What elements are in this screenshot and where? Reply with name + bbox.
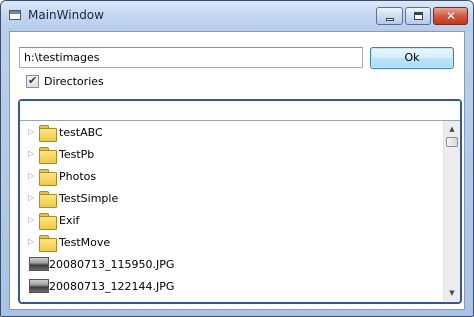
directories-label: Directories bbox=[44, 74, 104, 88]
expander-icon[interactable]: ▷ bbox=[28, 149, 38, 159]
folder-icon bbox=[39, 168, 57, 186]
tree-item[interactable]: ▷ Photos bbox=[20, 165, 438, 187]
tree-item[interactable]: ▷ TestMove bbox=[20, 231, 438, 253]
close-icon: ✕ bbox=[446, 9, 457, 23]
expander-icon[interactable]: ▷ bbox=[28, 193, 38, 203]
title-bar[interactable]: MainWindow ✕ bbox=[1, 1, 473, 31]
minimize-icon bbox=[386, 18, 394, 21]
scroll-down-arrow-icon[interactable]: ▼ bbox=[444, 285, 460, 301]
expander-icon[interactable]: ▷ bbox=[28, 171, 38, 181]
tree-item[interactable]: ▷ testABC bbox=[20, 121, 438, 143]
tree-item-label: 20080713_115950.JPG bbox=[49, 257, 175, 271]
tree-item-label: Photos bbox=[59, 169, 97, 183]
tree-item[interactable]: ▷ TestPb bbox=[20, 143, 438, 165]
client-area: Ok Directories ▷ testABC ▷ TestPb ▷ bbox=[9, 31, 465, 310]
folder-icon bbox=[39, 234, 57, 252]
tree-item[interactable]: ▷ TestSimple bbox=[20, 187, 438, 209]
image-thumbnail-icon bbox=[29, 279, 49, 293]
folder-icon bbox=[39, 190, 57, 208]
tree-item[interactable]: ▷ Exif bbox=[20, 209, 438, 231]
maximize-icon bbox=[414, 12, 423, 20]
folder-icon bbox=[39, 146, 57, 164]
maximize-button[interactable] bbox=[405, 7, 431, 25]
folder-icon bbox=[39, 124, 57, 142]
directories-checkbox[interactable] bbox=[26, 74, 39, 88]
vertical-scrollbar[interactable]: ▲ ▼ bbox=[443, 121, 460, 301]
directories-checkbox-row[interactable]: Directories bbox=[26, 74, 104, 88]
close-button[interactable]: ✕ bbox=[433, 7, 468, 25]
scrollbar-thumb[interactable] bbox=[446, 137, 458, 147]
tree-item-label: 20080713_122144.JPG bbox=[49, 279, 175, 293]
expander-icon[interactable]: ▷ bbox=[28, 237, 38, 247]
tree-item[interactable]: 20080713_122144.JPG bbox=[20, 275, 438, 297]
expander-icon[interactable]: ▷ bbox=[28, 127, 38, 137]
app-icon[interactable] bbox=[9, 10, 21, 20]
tree-item-label: testABC bbox=[59, 125, 103, 139]
minimize-button[interactable] bbox=[376, 7, 403, 25]
tree-item-label: TestPb bbox=[59, 147, 95, 161]
main-window: MainWindow ✕ Ok Directories ▷ testABC bbox=[0, 0, 474, 317]
file-tree[interactable]: ▷ testABC ▷ TestPb ▷ Photos ▷ TestSimple… bbox=[20, 121, 460, 301]
tree-item[interactable]: 20080713_115950.JPG bbox=[20, 253, 438, 275]
file-tree-panel: ▷ testABC ▷ TestPb ▷ Photos ▷ TestSimple… bbox=[18, 99, 462, 304]
expander-icon[interactable]: ▷ bbox=[28, 215, 38, 225]
window-title: MainWindow bbox=[28, 8, 104, 22]
panel-header bbox=[20, 101, 460, 121]
tree-item-label: TestMove bbox=[59, 235, 111, 249]
tree-item-label: TestSimple bbox=[59, 191, 119, 205]
scroll-up-arrow-icon[interactable]: ▲ bbox=[444, 121, 460, 137]
path-input[interactable] bbox=[19, 47, 363, 68]
folder-icon bbox=[39, 212, 57, 230]
ok-button[interactable]: Ok bbox=[370, 47, 454, 69]
image-thumbnail-icon bbox=[29, 257, 49, 271]
tree-item-label: Exif bbox=[59, 213, 80, 227]
